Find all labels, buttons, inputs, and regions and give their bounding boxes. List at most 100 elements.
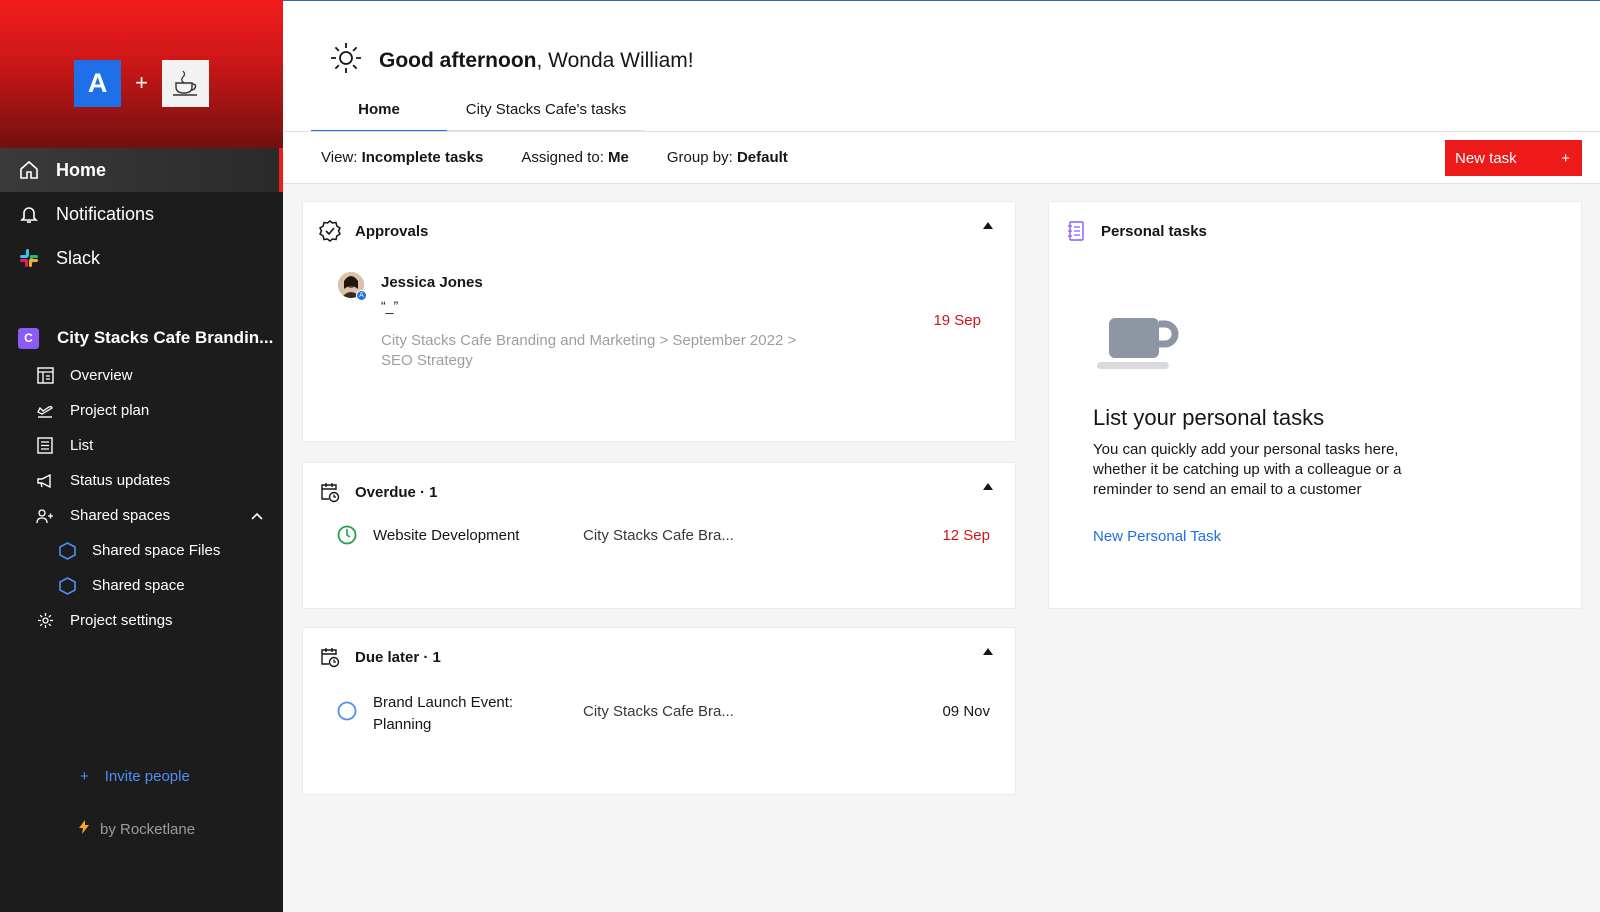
- task-date: 12 Sep: [942, 527, 990, 544]
- collapse-caret-icon[interactable]: [983, 222, 993, 229]
- chevron-up-icon[interactable]: [251, 507, 263, 524]
- bell-icon: [18, 203, 40, 225]
- invite-label: Invite people: [104, 768, 190, 785]
- due-later-card: Due later · 1 Brand Launch Event: Planni…: [302, 627, 1016, 795]
- brand-header: A +: [0, 0, 283, 148]
- approvals-title: Approvals: [355, 222, 429, 240]
- project-item-label: Overview: [70, 367, 133, 384]
- brand-plus: +: [135, 70, 148, 95]
- sun-icon: [329, 41, 363, 81]
- notebook-icon: [1065, 220, 1087, 242]
- project-item-settings[interactable]: Project settings: [0, 603, 283, 638]
- invite-people-link[interactable]: + Invite people: [80, 768, 190, 785]
- task-name-line: Planning: [373, 716, 432, 733]
- approval-comment: “_”: [381, 298, 399, 314]
- task-name: Brand Launch Event: Planning: [373, 692, 513, 736]
- approvals-header: Approvals: [319, 220, 428, 242]
- personal-tasks-title: Personal tasks: [1101, 222, 1207, 240]
- project-item-label: List: [70, 437, 94, 454]
- hexagon-icon: [58, 541, 76, 560]
- calendar-clock-icon: [319, 646, 341, 668]
- task-name-line: Brand Launch Event:: [373, 694, 514, 711]
- task-project: City Stacks Cafe Bra...: [583, 703, 734, 720]
- sidebar: A + Home Notifications Slack C City Stac…: [0, 0, 283, 912]
- overdue-header: Overdue · 1: [319, 481, 438, 503]
- project-title[interactable]: C City Stacks Cafe Brandin...: [0, 318, 283, 358]
- approval-path-line: City Stacks Cafe Branding and Marketing …: [381, 332, 797, 349]
- project-name: City Stacks Cafe Brandin...: [57, 328, 274, 347]
- group-value: Default: [736, 149, 788, 166]
- page-header: Good afternoon , Wonda William! Home Cit…: [283, 0, 1600, 132]
- approval-date: 19 Sep: [933, 312, 981, 329]
- tab-city-stacks-tasks[interactable]: City Stacks Cafe's tasks: [447, 89, 645, 132]
- group-label: Group by:: [666, 149, 733, 166]
- shared-space[interactable]: Shared space: [0, 568, 283, 603]
- approval-path: City Stacks Cafe Branding and Marketing …: [381, 331, 796, 371]
- bolt-icon: [78, 820, 90, 838]
- list-icon: [36, 437, 54, 455]
- approval-path-line: SEO Strategy: [381, 352, 473, 369]
- new-task-button[interactable]: New task +: [1445, 140, 1582, 176]
- project-item-shared-spaces[interactable]: Shared spaces: [0, 498, 283, 533]
- check-badge-icon: [319, 220, 341, 242]
- avatar-badge: A: [356, 290, 367, 301]
- project-item-status-updates[interactable]: Status updates: [0, 463, 283, 498]
- task-project: City Stacks Cafe Bra...: [583, 527, 734, 544]
- personal-description: You can quickly add your personal tasks …: [1093, 440, 1402, 500]
- byline-text: by Rocketlane: [100, 820, 196, 838]
- approver-name: Jessica Jones: [381, 274, 483, 291]
- shared-space-label: Shared space: [92, 577, 185, 594]
- customer-logo: [161, 59, 209, 107]
- nav-home[interactable]: Home: [0, 148, 283, 192]
- view-label: View:: [321, 149, 358, 166]
- greeting-bold: Good afternoon: [379, 49, 537, 72]
- task-status-icon[interactable]: [337, 701, 357, 726]
- project-item-label: Shared spaces: [70, 507, 171, 524]
- plane-icon: [36, 402, 54, 420]
- project-item-plan[interactable]: Project plan: [0, 393, 283, 428]
- overdue-card: Overdue · 1 Website Development City Sta…: [302, 462, 1016, 609]
- nav-label: Home: [56, 159, 107, 180]
- assigned-label: Assigned to:: [521, 149, 604, 166]
- nav-slack[interactable]: Slack: [0, 236, 283, 280]
- assigned-filter[interactable]: Assigned to: Me: [521, 149, 629, 166]
- hexagon-icon: [58, 576, 76, 595]
- assigned-value: Me: [608, 149, 629, 166]
- gear-icon: [36, 612, 54, 630]
- collapse-caret-icon[interactable]: [983, 648, 993, 655]
- tab-bar: Home City Stacks Cafe's tasks: [311, 89, 645, 132]
- personal-heading: List your personal tasks: [1093, 405, 1325, 430]
- description-line: whether it be catching up with a colleag…: [1093, 461, 1402, 478]
- megaphone-icon: [36, 472, 54, 490]
- shared-space-label: Shared space Files: [92, 542, 221, 559]
- overview-icon: [36, 367, 54, 385]
- new-personal-task-link[interactable]: New Personal Task: [1093, 528, 1221, 545]
- nav-label: Slack: [56, 247, 101, 268]
- coffee-cup-icon: [173, 70, 198, 96]
- slack-icon: [18, 247, 40, 269]
- task-date: 09 Nov: [942, 703, 990, 720]
- project-item-label: Status updates: [70, 472, 171, 489]
- project-item-list[interactable]: List: [0, 428, 283, 463]
- due-later-header: Due later · 1: [319, 646, 441, 668]
- project-item-overview[interactable]: Overview: [0, 358, 283, 393]
- mug-illustration: [1097, 314, 1179, 379]
- personal-tasks-card: Personal tasks List your personal tasks …: [1048, 201, 1582, 609]
- task-status-icon[interactable]: [337, 525, 357, 550]
- plus-icon: +: [80, 768, 89, 785]
- group-filter[interactable]: Group by: Default: [667, 149, 788, 166]
- nav-notifications[interactable]: Notifications: [0, 192, 283, 236]
- plus-icon: +: [1561, 149, 1570, 167]
- new-task-label: New task: [1455, 149, 1517, 167]
- tab-home[interactable]: Home: [311, 89, 447, 132]
- greeting: Good afternoon , Wonda William!: [329, 41, 694, 81]
- approvals-card: Approvals A Jessica Jones “_” City Stack…: [302, 201, 1016, 442]
- due-later-title: Due later · 1: [355, 648, 441, 666]
- view-filter[interactable]: View: Incomplete tasks: [321, 149, 483, 166]
- project-badge: C: [18, 327, 39, 349]
- collapse-caret-icon[interactable]: [983, 483, 993, 490]
- filter-bar: View: Incomplete tasks Assigned to: Me G…: [283, 131, 1600, 184]
- company-logo: A: [74, 59, 122, 107]
- shared-space-files[interactable]: Shared space Files: [0, 533, 283, 568]
- powered-by: by Rocketlane: [78, 820, 195, 838]
